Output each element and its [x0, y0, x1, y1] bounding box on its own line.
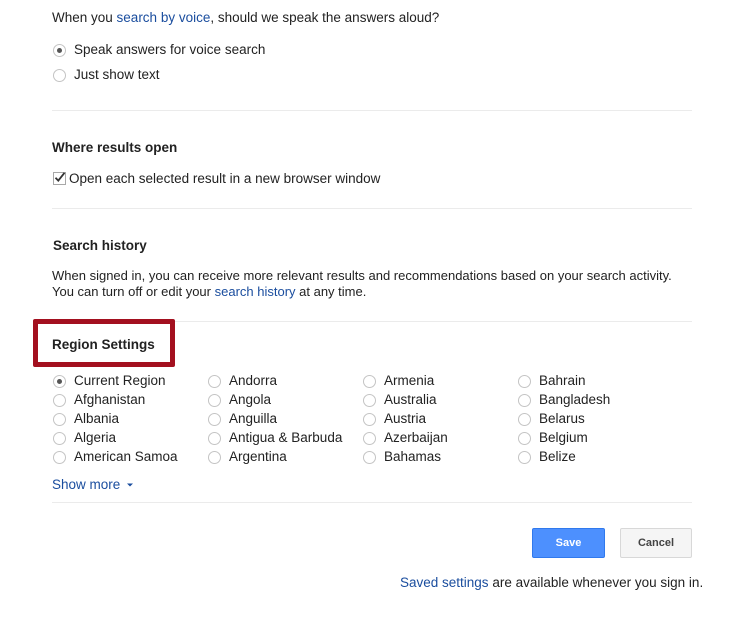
voice-question: When you search by voice, should we spea… [52, 10, 439, 25]
search-by-voice-link[interactable]: search by voice [117, 10, 211, 25]
region-radio[interactable] [53, 413, 66, 426]
region-option-label: Andorra [229, 373, 278, 388]
region-option-label: Algeria [74, 430, 117, 445]
search-history-description-2: You can turn off or edit your search his… [52, 284, 366, 299]
divider [52, 110, 692, 111]
saved-settings-link[interactable]: Saved settings [400, 575, 489, 590]
region-option-label: Armenia [384, 373, 435, 388]
cancel-button[interactable]: Cancel [620, 528, 692, 558]
region-option-label: Belize [539, 449, 576, 464]
region-radio[interactable] [53, 432, 66, 445]
region-radio[interactable] [363, 375, 376, 388]
region-option-label: Bangladesh [539, 392, 611, 407]
region-radio[interactable] [518, 451, 531, 464]
saved-settings-text: are available whenever you sign in. [488, 575, 704, 590]
region-option-label: Australia [384, 392, 437, 407]
region-radio[interactable] [53, 451, 66, 464]
region-radio[interactable] [53, 375, 66, 388]
new-window-label: Open each selected result in a new brows… [69, 171, 381, 186]
save-button[interactable]: Save [532, 528, 605, 558]
region-radio[interactable] [208, 394, 221, 407]
region-radio[interactable] [363, 413, 376, 426]
search-history-heading: Search history [53, 238, 147, 253]
region-radio[interactable] [208, 375, 221, 388]
region-option-label: American Samoa [74, 449, 178, 464]
region-option-label: Anguilla [229, 411, 278, 426]
search-history-text-end: at any time. [295, 284, 367, 299]
region-option-label: Afghanistan [74, 392, 146, 407]
radio-just-show-text[interactable] [53, 69, 66, 82]
region-option-label: Current Region [74, 373, 166, 388]
region-settings-heading: Region Settings [52, 337, 155, 352]
region-option-label: Austria [384, 411, 427, 426]
region-option-label: Argentina [229, 449, 287, 464]
region-option-label: Antigua & Barbuda [229, 430, 343, 445]
region-option-label: Bahamas [384, 449, 442, 464]
voice-question-text-end: , should we speak the answers aloud? [210, 10, 440, 25]
region-radio[interactable] [363, 394, 376, 407]
region-option-label: Azerbaijan [384, 430, 448, 445]
voice-question-text: When you [52, 10, 117, 25]
region-radio[interactable] [208, 451, 221, 464]
divider [52, 502, 692, 503]
region-option-label: Albania [74, 411, 120, 426]
region-radio[interactable] [518, 375, 531, 388]
caret-down-icon [127, 483, 134, 487]
just-show-text-label: Just show text [74, 67, 160, 82]
divider [52, 208, 692, 209]
region-radio[interactable] [363, 432, 376, 445]
region-radio[interactable] [208, 432, 221, 445]
region-option-label: Belarus [539, 411, 585, 426]
saved-settings-footer: Saved settings are available whenever yo… [400, 575, 703, 590]
search-history-link[interactable]: search history [215, 284, 296, 299]
region-radio[interactable] [208, 413, 221, 426]
check-icon [54, 172, 66, 182]
search-history-text: You can turn off or edit your [52, 284, 215, 299]
where-results-open-heading: Where results open [52, 140, 178, 155]
region-radio[interactable] [53, 394, 66, 407]
search-history-description: When signed in, you can receive more rel… [52, 268, 672, 283]
show-more-label: Show more [52, 477, 121, 492]
region-option-label: Angola [229, 392, 272, 407]
new-window-checkbox[interactable] [53, 172, 66, 185]
region-radio[interactable] [518, 432, 531, 445]
speak-answers-label: Speak answers for voice search [74, 42, 266, 57]
show-more-link[interactable]: Show more [52, 477, 134, 492]
region-option-label: Bahrain [539, 373, 586, 388]
region-option-label: Belgium [539, 430, 588, 445]
region-radio[interactable] [518, 413, 531, 426]
radio-speak-answers[interactable] [53, 44, 66, 57]
region-radio[interactable] [363, 451, 376, 464]
region-radio[interactable] [518, 394, 531, 407]
